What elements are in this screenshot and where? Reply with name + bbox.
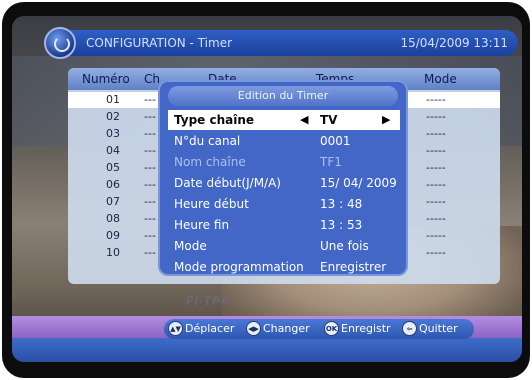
timer-row-number: 03 xyxy=(106,127,120,140)
field-value: Enregistrer xyxy=(320,260,387,274)
timer-row-mode: ----- xyxy=(426,110,446,123)
timer-row-channel: --- xyxy=(144,178,156,191)
field-value: TV xyxy=(320,113,338,127)
field-start-date[interactable]: Date début(J/M/A) 15/ 04/ 2009 xyxy=(168,173,400,193)
arrow-left-icon[interactable]: ◀ xyxy=(300,113,308,126)
timer-row-number: 02 xyxy=(106,110,120,123)
column-header-mode: Mode xyxy=(424,72,457,86)
field-channel-name: Nom chaîne TF1 xyxy=(168,152,400,172)
timer-row-mode: ----- xyxy=(426,195,446,208)
header-bar: CONFIGURATION - Timer 15/04/2009 13:11 xyxy=(44,27,518,59)
help-key-label: Quitter xyxy=(419,322,458,335)
timer-row-channel: --- xyxy=(144,212,156,225)
timer-row-number: 07 xyxy=(106,195,120,208)
timer-row-number: 10 xyxy=(106,246,120,259)
help-key-label: Déplacer xyxy=(185,322,235,335)
field-label: Mode xyxy=(174,239,207,253)
navigate-updown-icon: ▲▼ xyxy=(168,321,183,336)
field-value: 0001 xyxy=(320,134,351,148)
field-value: 13 : 48 xyxy=(320,197,363,211)
timer-row-mode: ----- xyxy=(426,93,446,106)
timer-row-channel: --- xyxy=(144,195,156,208)
timer-row-mode: ----- xyxy=(426,161,446,174)
timer-row-mode: ----- xyxy=(426,212,446,225)
column-header-channel: Ch xyxy=(144,72,160,86)
timer-row-channel: --- xyxy=(144,246,156,259)
timer-row-channel: --- xyxy=(144,161,156,174)
help-key-move[interactable]: ▲▼ Déplacer xyxy=(168,321,234,336)
field-label: Heure début xyxy=(174,197,249,211)
timer-row-number: 09 xyxy=(106,229,120,242)
timer-row-number: 08 xyxy=(106,212,120,225)
timer-row-mode: ----- xyxy=(426,144,446,157)
field-value: 13 : 53 xyxy=(320,218,363,232)
help-keys: ▲▼ Déplacer ◀▶ Changer OK Enregistr ⇦ Qu… xyxy=(164,319,474,339)
field-label: Date début(J/M/A) xyxy=(174,176,281,190)
help-key-change[interactable]: ◀▶ Changer xyxy=(246,321,310,336)
timer-row-channel: --- xyxy=(144,110,156,123)
field-channel-type[interactable]: Type chaîne ◀ TV ▶ xyxy=(168,110,400,130)
timer-row-number: 05 xyxy=(106,161,120,174)
field-mode[interactable]: Mode Une fois xyxy=(168,236,400,256)
timer-row-mode: ----- xyxy=(426,246,446,259)
timer-row-mode: ----- xyxy=(426,229,446,242)
field-label: Type chaîne xyxy=(174,113,255,127)
ok-key-icon: OK xyxy=(324,321,339,336)
channel-watermark: FI-TPP xyxy=(186,294,230,308)
timer-row-mode: ----- xyxy=(426,127,446,140)
field-channel-number[interactable]: N°du canal 0001 xyxy=(168,131,400,151)
timer-row-mode: ----- xyxy=(426,178,446,191)
timer-row-channel: --- xyxy=(144,127,156,140)
help-key-label: Enregistr xyxy=(341,322,391,335)
help-bar-lower xyxy=(12,338,522,362)
timer-edit-dialog: Edition du Timer Type chaîne ◀ TV ▶ N°du… xyxy=(158,80,408,276)
timer-row-channel: --- xyxy=(144,93,156,106)
settings-logo-icon xyxy=(44,27,76,59)
column-header-number: Numéro xyxy=(82,72,130,86)
help-key-quit[interactable]: ⇦ Quitter xyxy=(402,321,458,336)
timer-row-number: 01 xyxy=(106,93,120,106)
help-key-label: Changer xyxy=(263,322,310,335)
field-label: Nom chaîne xyxy=(174,155,246,169)
field-label: Mode programmation xyxy=(174,260,304,274)
page-title: CONFIGURATION - Timer xyxy=(86,36,233,50)
field-value: TF1 xyxy=(320,155,342,169)
header-datetime: 15/04/2009 13:11 xyxy=(400,36,508,50)
timer-row-channel: --- xyxy=(144,144,156,157)
field-end-time[interactable]: Heure fin 13 : 53 xyxy=(168,215,400,235)
field-programming-mode[interactable]: Mode programmation Enregistrer xyxy=(168,257,400,277)
field-value: Une fois xyxy=(320,239,369,253)
exit-key-icon: ⇦ xyxy=(402,321,417,336)
timer-row-number: 06 xyxy=(106,178,120,191)
arrow-right-icon[interactable]: ▶ xyxy=(382,113,390,126)
timer-row-channel: --- xyxy=(144,229,156,242)
tv-screen: FI-TPP 9 CONFIGURATION - Timer 15/04/200… xyxy=(12,16,522,362)
field-value: 15/ 04/ 2009 xyxy=(320,176,397,190)
field-start-time[interactable]: Heure début 13 : 48 xyxy=(168,194,400,214)
timer-row-number: 04 xyxy=(106,144,120,157)
field-label: Heure fin xyxy=(174,218,230,232)
field-label: N°du canal xyxy=(174,134,241,148)
navigate-leftright-icon: ◀▶ xyxy=(246,321,261,336)
help-key-record[interactable]: OK Enregistr xyxy=(324,321,391,336)
dialog-title: Edition du Timer xyxy=(168,86,398,106)
tv-frame: FI-TPP 9 CONFIGURATION - Timer 15/04/200… xyxy=(2,2,530,378)
